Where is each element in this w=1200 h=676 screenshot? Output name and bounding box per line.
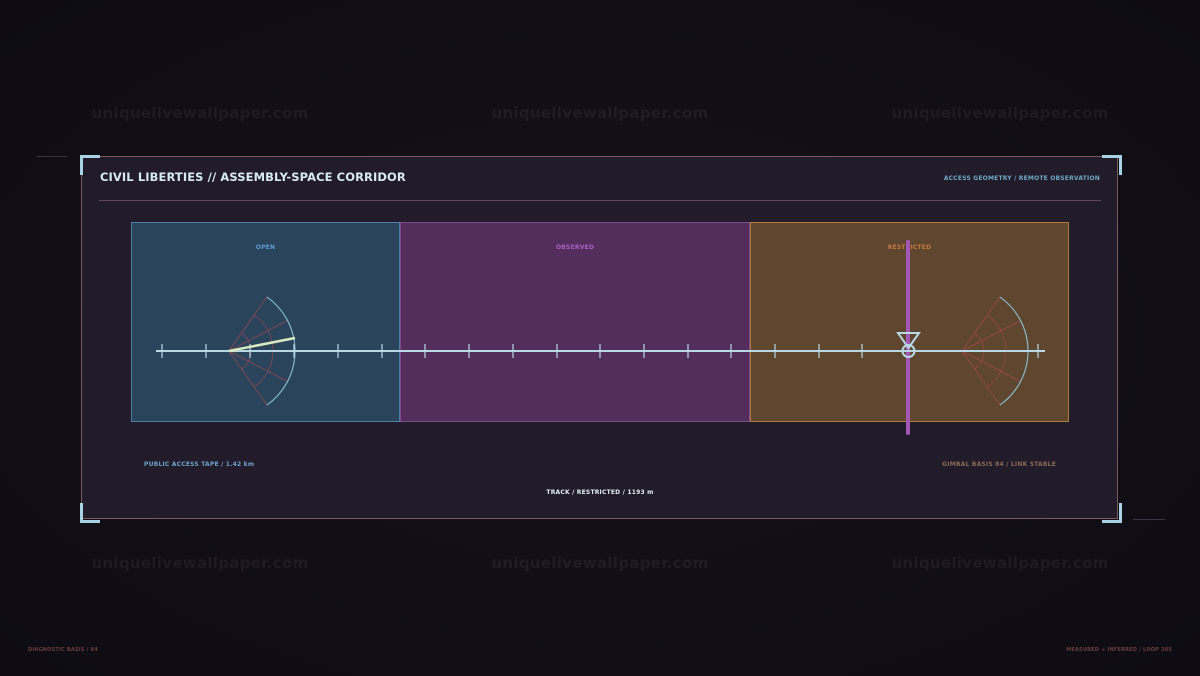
scanner-ray (961, 350, 1021, 382)
bearing-needle (228, 336, 296, 353)
scanner-ray (961, 296, 1001, 352)
track-caption: TRACK / RESTRICTED / 1193 m (546, 489, 654, 496)
footer-right-label: MEASURED + INFERRED / LOOP 385 (1066, 647, 1172, 653)
scanner-ray (228, 350, 288, 382)
track-diagram (156, 240, 1045, 435)
tape-caption: PUBLIC ACCESS TAPE / 1.42 km (144, 461, 255, 468)
scanner-ray (961, 350, 1001, 406)
gimbal-caption: GIMBAL BASIS 84 / LINK STABLE (942, 461, 1056, 468)
scanner-ray (961, 320, 1021, 352)
wallpaper-page: uniquelivewallpaper.com uniquelivewallpa… (0, 0, 1200, 676)
footer-left-label: DIAGNOSTIC BASIS / 84 (28, 647, 98, 653)
scanner-ray (228, 296, 268, 352)
scanner-ray (228, 350, 268, 406)
